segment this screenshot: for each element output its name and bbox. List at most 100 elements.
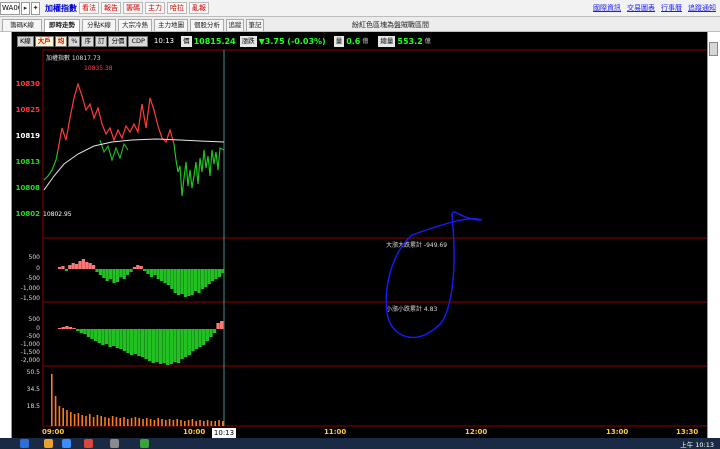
chart-svg (42, 49, 707, 427)
x-tick-1100: 11:00 (324, 428, 347, 436)
panel1-bar (214, 269, 218, 279)
os-taskbar: 上午 10:13 (0, 438, 720, 449)
panel1-bar (136, 265, 140, 269)
app-icon[interactable] (84, 439, 93, 448)
panel2-bar (130, 329, 134, 355)
panel1-bar (207, 269, 211, 284)
volume-bar (108, 418, 110, 426)
x-tick-1200: 12:00 (465, 428, 488, 436)
volume-bar (100, 416, 102, 426)
panel1-bar (115, 269, 119, 282)
volume-bar (206, 420, 209, 426)
volume-bar (142, 419, 144, 426)
panel1-bar (129, 269, 133, 272)
panel2-bar (108, 329, 112, 347)
panel2-bar (169, 329, 173, 364)
panel2-bar (205, 329, 209, 341)
volume-bar (210, 421, 213, 426)
price-line-open (43, 149, 59, 181)
panel1-bar (88, 263, 92, 269)
app-window: { "toolbar": { "code": "WA00", "index_ti… (0, 0, 720, 449)
volume-bar (85, 416, 87, 426)
panel2-bar (202, 329, 206, 345)
panel2-bar (112, 329, 116, 346)
panel2-bar (79, 329, 83, 333)
panel1-bar (68, 265, 72, 269)
panel1-bar (146, 269, 150, 274)
panel2-bar (119, 329, 123, 349)
panel2-bar (140, 329, 145, 357)
volume-bar (218, 420, 220, 426)
x-tick-1300: 13:00 (606, 428, 629, 436)
panel2-bar (151, 329, 155, 363)
volume-bar (92, 417, 95, 426)
panel2-bar (137, 329, 141, 356)
panel1-bar (170, 269, 174, 289)
panel1-bar (112, 269, 116, 283)
volume-bar (172, 420, 175, 426)
volume-bars (51, 374, 224, 426)
panel1-bar (109, 269, 113, 279)
volume-bar (176, 419, 178, 426)
panel1-bar (98, 269, 102, 275)
price-line-mid (99, 139, 129, 162)
volume-bar (153, 420, 156, 426)
panel1-bar (197, 269, 201, 293)
volume-bar (222, 421, 224, 426)
panel1-bar (122, 269, 126, 279)
panel1-bar (190, 269, 194, 295)
volume-bar (157, 418, 159, 426)
volume-bar (191, 419, 194, 426)
panel2-bar (86, 329, 91, 337)
panel1-bar (126, 269, 130, 275)
volume-bar (134, 417, 137, 426)
volume-bar (89, 414, 91, 426)
volume-bar (123, 417, 125, 426)
panel2-bar (126, 329, 130, 353)
panel2-bar (209, 329, 213, 337)
price-lines (43, 81, 225, 197)
volume-bar (58, 406, 61, 426)
hand-drawn-annotation (385, 211, 483, 338)
panel2-bar (220, 321, 224, 329)
volume-bar (111, 416, 114, 426)
panel2-bar (94, 329, 98, 341)
volume-bar (146, 418, 148, 426)
panel2-bar (148, 329, 152, 361)
panel1-bar (180, 269, 184, 294)
volume-bar (70, 412, 72, 426)
panel1-bar (132, 267, 136, 269)
volume-bar (104, 417, 106, 426)
window-icon[interactable] (110, 439, 119, 448)
volume-bar (195, 421, 197, 426)
browser-icon[interactable] (62, 439, 71, 448)
folder-icon[interactable] (44, 439, 53, 448)
start-icon[interactable] (20, 439, 29, 448)
volume-bar (214, 421, 216, 426)
panel1-bar (221, 269, 225, 273)
panel2-bar (176, 329, 181, 363)
panel1-bar (92, 265, 96, 269)
panel2-bar (191, 329, 195, 351)
panel1-bar (183, 269, 187, 297)
panel1-bar (78, 261, 82, 269)
volume-bar (203, 421, 205, 426)
chat-icon[interactable] (140, 439, 149, 448)
panel2-bar (144, 329, 148, 359)
panel2-bar (212, 329, 217, 333)
panel2-bar (72, 328, 76, 329)
panel1-bar (156, 269, 160, 279)
panel2-bar (194, 329, 199, 349)
panel2-bar (58, 328, 62, 329)
panel1-bar (81, 259, 85, 269)
panel2-bar (122, 329, 127, 351)
panel2-bars (58, 321, 224, 365)
volume-bar (138, 418, 140, 426)
panel2-bar (90, 329, 94, 339)
volume-bar (62, 408, 64, 426)
panel2-bar (104, 329, 109, 344)
x-cursor-label: 10:13 (212, 428, 236, 438)
panel1-bar (58, 267, 62, 269)
panel2-bar (162, 329, 166, 363)
panel1-bar (200, 269, 204, 289)
